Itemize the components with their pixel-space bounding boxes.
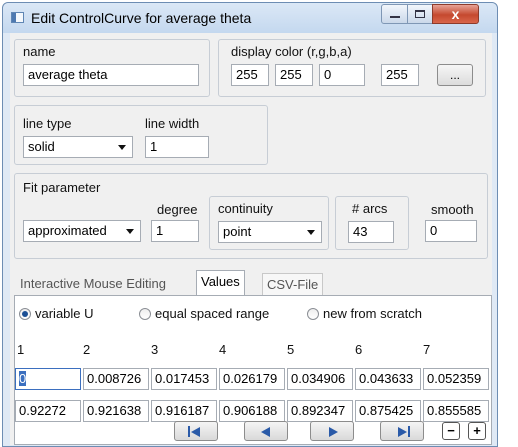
maximize-button[interactable] bbox=[407, 4, 433, 24]
line-width-label: line width bbox=[145, 116, 200, 131]
u-value-cell[interactable]: 0.034906 bbox=[287, 368, 353, 390]
v-value-cell[interactable]: 0.875425 bbox=[355, 400, 421, 422]
chevron-down-icon bbox=[126, 229, 134, 234]
fit-method-select[interactable]: approximated bbox=[23, 220, 141, 242]
last-page-icon bbox=[408, 426, 410, 437]
u-value-cell[interactable]: 0 bbox=[15, 368, 81, 390]
v-value-cell[interactable]: 0.855585 bbox=[423, 400, 489, 422]
line-type-select[interactable]: solid bbox=[23, 136, 133, 158]
continuity-label: continuity bbox=[218, 201, 273, 216]
continuity-group: continuity point bbox=[209, 196, 329, 250]
column-header: 1 bbox=[17, 342, 25, 357]
color-r-field[interactable]: 255 bbox=[231, 64, 269, 86]
next-button[interactable] bbox=[310, 421, 354, 441]
fit-parameter-group: Fit parameter approximated degree 1 cont… bbox=[14, 173, 488, 259]
u-value-cell[interactable]: 0.017453 bbox=[151, 368, 217, 390]
continuity-value: point bbox=[223, 224, 252, 239]
first-page-button[interactable] bbox=[174, 421, 218, 441]
tab-interactive-mouse-editing[interactable]: Interactive Mouse Editing bbox=[16, 273, 170, 295]
degree-label: degree bbox=[157, 202, 198, 217]
color-group: display color (r,g,b,a) 255 255 0 255 ..… bbox=[218, 39, 486, 97]
column-header: 2 bbox=[83, 342, 91, 357]
radio-variable-u[interactable] bbox=[19, 308, 31, 320]
continuity-select[interactable]: point bbox=[218, 221, 322, 243]
color-a-field[interactable]: 255 bbox=[381, 64, 419, 86]
color-b-field[interactable]: 0 bbox=[319, 64, 365, 86]
u-value-cell[interactable]: 0.052359 bbox=[423, 368, 489, 390]
v-value-cell[interactable]: 0.916187 bbox=[151, 400, 217, 422]
smooth-field[interactable]: 0 bbox=[425, 220, 477, 242]
u-value: 0 bbox=[19, 371, 27, 386]
previous-icon bbox=[191, 427, 200, 437]
close-button[interactable]: x bbox=[432, 4, 479, 24]
name-group: name average theta bbox=[14, 39, 210, 97]
dialog-body: name average theta display color (r,g,b,… bbox=[10, 33, 492, 445]
maximize-icon bbox=[415, 10, 425, 18]
chevron-down-icon bbox=[118, 145, 126, 150]
next-icon bbox=[398, 427, 407, 437]
last-page-button[interactable] bbox=[380, 421, 424, 441]
remove-column-button[interactable]: − bbox=[442, 422, 460, 440]
v-value-cell[interactable]: 0.92272 bbox=[15, 400, 81, 422]
next-icon bbox=[329, 427, 338, 437]
color-label: display color (r,g,b,a) bbox=[231, 44, 352, 59]
u-value-cell[interactable]: 0.008726 bbox=[83, 368, 149, 390]
arcs-field[interactable]: 43 bbox=[348, 221, 394, 243]
chevron-down-icon bbox=[307, 230, 315, 235]
arcs-group: # arcs 43 bbox=[335, 196, 409, 250]
v-value-cell[interactable]: 0.906188 bbox=[219, 400, 285, 422]
radio-equal-spaced-range-label[interactable]: equal spaced range bbox=[155, 306, 269, 321]
minimize-icon bbox=[389, 16, 400, 18]
u-value-cell[interactable]: 0.026179 bbox=[219, 368, 285, 390]
degree-field[interactable]: 1 bbox=[151, 220, 199, 242]
title-bar[interactable]: Edit ControlCurve for average theta x bbox=[3, 3, 497, 33]
u-value-cell[interactable]: 0.043633 bbox=[355, 368, 421, 390]
column-header: 5 bbox=[287, 342, 295, 357]
tab-values[interactable]: Values bbox=[196, 270, 245, 296]
line-type-value: solid bbox=[28, 139, 55, 154]
previous-icon bbox=[261, 427, 270, 437]
radio-equal-spaced-range[interactable] bbox=[139, 308, 151, 320]
column-header: 6 bbox=[355, 342, 363, 357]
v-value-cell[interactable]: 0.892347 bbox=[287, 400, 353, 422]
fit-method-value: approximated bbox=[28, 223, 107, 238]
radio-new-from-scratch[interactable] bbox=[307, 308, 319, 320]
radio-new-from-scratch-label[interactable]: new from scratch bbox=[323, 306, 422, 321]
v-value-cell[interactable]: 0.921638 bbox=[83, 400, 149, 422]
column-header: 3 bbox=[151, 342, 159, 357]
window-title: Edit ControlCurve for average theta bbox=[31, 10, 252, 26]
tab-csv-file[interactable]: CSV-File bbox=[262, 273, 324, 295]
column-header: 4 bbox=[219, 342, 227, 357]
minimize-button[interactable] bbox=[381, 4, 408, 24]
line-width-field[interactable]: 1 bbox=[145, 136, 209, 158]
window-icon bbox=[11, 12, 24, 23]
name-label: name bbox=[23, 44, 56, 59]
previous-button[interactable] bbox=[244, 421, 288, 441]
first-page-icon bbox=[188, 426, 190, 437]
name-field[interactable]: average theta bbox=[23, 64, 199, 86]
add-column-button[interactable]: + bbox=[468, 422, 486, 440]
color-picker-button[interactable]: ... bbox=[437, 64, 473, 86]
radio-variable-u-label[interactable]: variable U bbox=[35, 306, 94, 321]
line-group: line type solid line width 1 bbox=[14, 105, 268, 165]
arcs-label: # arcs bbox=[352, 201, 388, 216]
fit-parameter-label: Fit parameter bbox=[23, 180, 101, 195]
column-header: 7 bbox=[423, 342, 431, 357]
line-type-label: line type bbox=[23, 116, 72, 131]
dialog-window: Edit ControlCurve for average theta x na… bbox=[2, 2, 498, 447]
close-icon: x bbox=[451, 6, 460, 22]
smooth-label: smooth bbox=[431, 202, 474, 217]
color-g-field[interactable]: 255 bbox=[275, 64, 313, 86]
